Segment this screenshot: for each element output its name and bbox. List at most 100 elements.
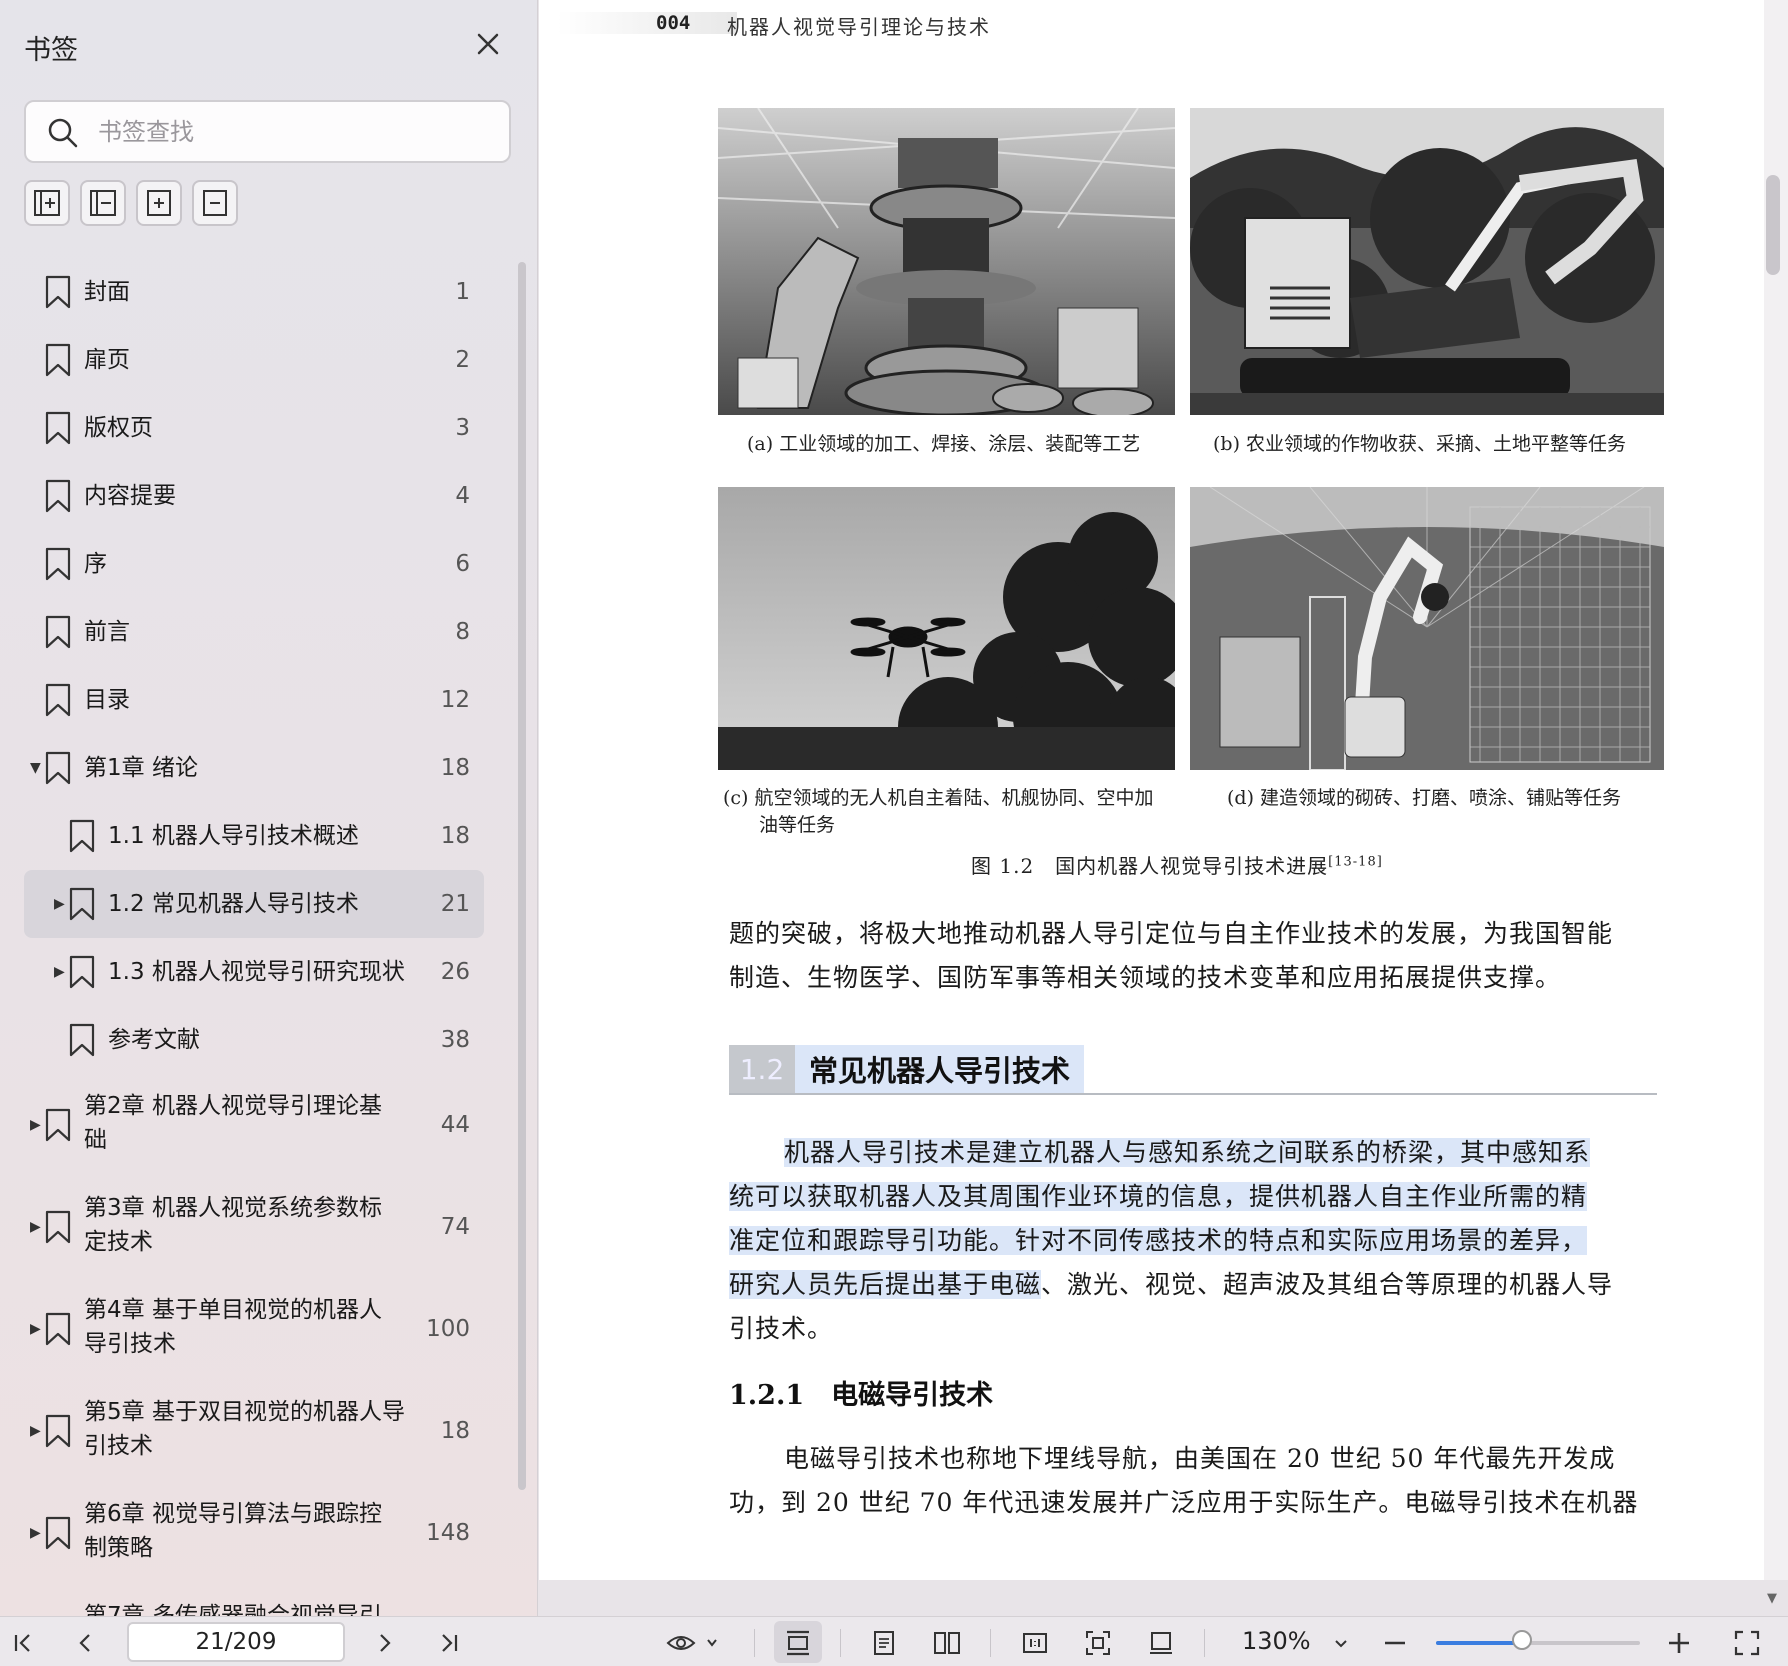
bookmark-row[interactable]: 目录 12 <box>24 666 484 734</box>
collapsed-arrow-icon[interactable]: ▶ <box>30 1525 41 1541</box>
collapsed-arrow-icon[interactable]: ▶ <box>54 896 65 912</box>
bookmark-item[interactable]: ▶ 第2章 机器人视觉导引理论基础 44 <box>0 1074 520 1176</box>
bookmark-row[interactable]: ▶ 第6章 视觉导引算法与跟踪控 制策略 148 <box>24 1482 484 1584</box>
collapsed-arrow-icon[interactable]: ▶ <box>30 1423 41 1439</box>
bookmark-item[interactable]: ▶ 第6章 视觉导引算法与跟踪控 制策略 148 <box>0 1482 520 1584</box>
paragraph-3-line-2: 功，到 20 世纪 70 年代迅速发展并广泛应用于实际生产。电磁导引技术在机器 <box>729 1488 1639 1517</box>
bookmark-item[interactable]: 序6 <box>0 530 520 598</box>
bookmark-row[interactable]: 前言 8 <box>24 598 484 666</box>
bookmark-item[interactable]: 内容提要 4 <box>0 462 520 530</box>
bookmark-row[interactable]: 扉页 2 <box>24 326 484 394</box>
bookmark-label: 前言 <box>84 619 130 645</box>
bookmark-label-line-2: 础 <box>84 1127 107 1153</box>
bookmark-item[interactable]: 封面 1 <box>0 258 520 326</box>
remove-bookmark-icon <box>203 190 227 216</box>
header-decoration <box>557 12 737 34</box>
bookmark-page-number: 148 <box>426 1520 470 1546</box>
bookmark-item[interactable]: ▶ 1.2 常见机器人导引技术 21 <box>0 870 520 938</box>
last-page-button[interactable] <box>432 1626 466 1660</box>
first-page-button[interactable] <box>6 1626 40 1660</box>
bookmark-label-line-2: 制策略 <box>84 1535 153 1561</box>
zoom-level[interactable]: 130% <box>1242 1627 1311 1655</box>
bookmark-item[interactable]: ▶ 第3章 机器人视觉系统参数标 定技术 74 <box>0 1176 520 1278</box>
fit-width-icon <box>787 1630 809 1656</box>
collapse-all-button[interactable] <box>80 180 126 226</box>
bookmark-item[interactable]: 扉页 2 <box>0 326 520 394</box>
bookmark-item[interactable]: ▶ 第5章 基于双目视觉的机器人导 引技术 18 <box>0 1380 520 1482</box>
bookmark-row[interactable]: 内容提要 4 <box>24 462 484 530</box>
bookmark-label: 1.1 机器人导引技术概述 <box>108 823 359 849</box>
bookmark-row[interactable]: ▶第7章 多传感器融合视觉导引 <box>24 1584 484 1616</box>
chevron-left-icon <box>79 1634 90 1652</box>
bookmark-row[interactable]: 参考文献 38 <box>24 1006 484 1074</box>
zoom-slider-handle[interactable] <box>1511 1630 1532 1650</box>
bookmark-row[interactable]: ▶ 第2章 机器人视觉导引理论基础 44 <box>24 1074 484 1176</box>
fullscreen-button[interactable] <box>1730 1626 1764 1660</box>
bookmark-item[interactable]: ▼ 第1章 绪论 18 <box>0 734 520 802</box>
sidebar-scrollbar[interactable] <box>518 262 526 1490</box>
bookmark-icon <box>68 955 96 989</box>
bookmark-row[interactable]: 封面 1 <box>24 258 484 326</box>
bookmark-icon <box>44 479 72 513</box>
bookmark-row[interactable]: ▶ 1.2 常见机器人导引技术 21 <box>24 870 484 938</box>
caption-b: (b) 农业领域的作物收获、采摘、土地平整等任务 <box>1213 433 1627 455</box>
bottom-toolbar: 21/209 130% <box>0 1616 1788 1666</box>
expanded-arrow-icon[interactable]: ▼ <box>30 760 41 776</box>
bookmark-icon <box>44 343 72 377</box>
remove-bookmark-button[interactable] <box>192 180 238 226</box>
bookmark-page-number: 1 <box>455 279 470 305</box>
bookmark-row[interactable]: 序6 <box>24 530 484 598</box>
bookmark-icon <box>44 1108 72 1142</box>
bookmark-label: 参考文献 <box>108 1027 200 1053</box>
bookmark-icon <box>68 887 96 921</box>
zoom-in-button[interactable] <box>1662 1626 1696 1660</box>
bookmark-item[interactable]: ▶ 1.3 机器人视觉导引研究现状 26 <box>0 938 520 1006</box>
single-page-button[interactable] <box>867 1626 901 1660</box>
bookmark-item[interactable]: ▶ 第4章 基于单目视觉的机器人 导引技术 100 <box>0 1278 520 1380</box>
next-page-button[interactable] <box>368 1626 402 1660</box>
close-icon[interactable] <box>470 26 506 62</box>
collapsed-arrow-icon[interactable]: ▶ <box>30 1219 41 1235</box>
bookmark-search-input[interactable] <box>98 112 488 152</box>
bookmark-item[interactable]: ▶第7章 多传感器融合视觉导引 <box>0 1584 520 1616</box>
bookmark-list: 封面 1 扉页 2 版权页 3 内容提要 4 序 6 前言 8 目录 12 ▼ 第1章 绪论 18 1.1 机器人… <box>0 258 520 1616</box>
bookmark-row[interactable]: 1.1 机器人导引技术概述 18 <box>24 802 484 870</box>
bookmark-row[interactable]: ▶ 第5章 基于双目视觉的机器人导 引技术 18 <box>24 1380 484 1482</box>
bookmark-row[interactable]: ▶ 第4章 基于单目视觉的机器人 导引技术 100 <box>24 1278 484 1380</box>
zoom-dropdown-button[interactable] <box>1324 1626 1358 1660</box>
bookmark-row[interactable]: ▼ 第1章 绪论 18 <box>24 734 484 802</box>
plus-icon <box>1669 1633 1689 1653</box>
bookmark-search-box[interactable] <box>24 100 511 163</box>
previous-page-button[interactable] <box>68 1626 102 1660</box>
collapsed-arrow-icon[interactable]: ▶ <box>54 964 65 980</box>
bookmark-label-line-1: 第5章 基于双目视觉的机器人导 <box>84 1399 405 1425</box>
bookmark-page-number: 12 <box>440 687 470 713</box>
view-mode-button[interactable] <box>664 1626 724 1660</box>
vertical-scrollbar-thumb[interactable] <box>1766 175 1780 275</box>
bookmark-row[interactable]: ▶ 1.3 机器人视觉导引研究现状 26 <box>24 938 484 1006</box>
collapsed-arrow-icon[interactable]: ▶ <box>30 1117 41 1133</box>
continuous-scroll-button[interactable] <box>781 1626 815 1660</box>
bookmark-item[interactable]: 前言 8 <box>0 598 520 666</box>
bookmark-page-number: 100 <box>426 1316 470 1342</box>
bookmark-item[interactable]: 目录 12 <box>0 666 520 734</box>
zoom-out-button[interactable] <box>1378 1626 1412 1660</box>
collapsed-arrow-icon[interactable]: ▶ <box>30 1321 41 1337</box>
bookmark-row[interactable]: ▶ 第3章 机器人视觉系统参数标 定技术 74 <box>24 1176 484 1278</box>
actual-size-button[interactable] <box>1018 1626 1052 1660</box>
bookmark-item[interactable]: 版权页 3 <box>0 394 520 462</box>
two-page-button[interactable] <box>930 1626 964 1660</box>
bookmark-item[interactable]: 参考文献 38 <box>0 1006 520 1074</box>
figure-title: 图 1.2 国内机器人视觉导引技术进展[13-18] <box>971 854 1383 878</box>
expand-all-button[interactable] <box>24 180 70 226</box>
page-number-field[interactable]: 21/209 <box>127 1622 345 1662</box>
bookmark-page-number: 6 <box>455 551 470 577</box>
add-bookmark-button[interactable] <box>136 180 182 226</box>
bookmark-item[interactable]: 1.1 机器人导引技术概述 18 <box>0 802 520 870</box>
zoom-slider[interactable] <box>1436 1641 1640 1645</box>
fit-page-button[interactable] <box>1081 1626 1115 1660</box>
fullscreen-icon <box>1734 1630 1760 1656</box>
scroll-down-arrow-icon[interactable]: ▼ <box>1767 1591 1777 1606</box>
bookmark-row[interactable]: 版权页 3 <box>24 394 484 462</box>
rotate-button[interactable] <box>1144 1626 1178 1660</box>
